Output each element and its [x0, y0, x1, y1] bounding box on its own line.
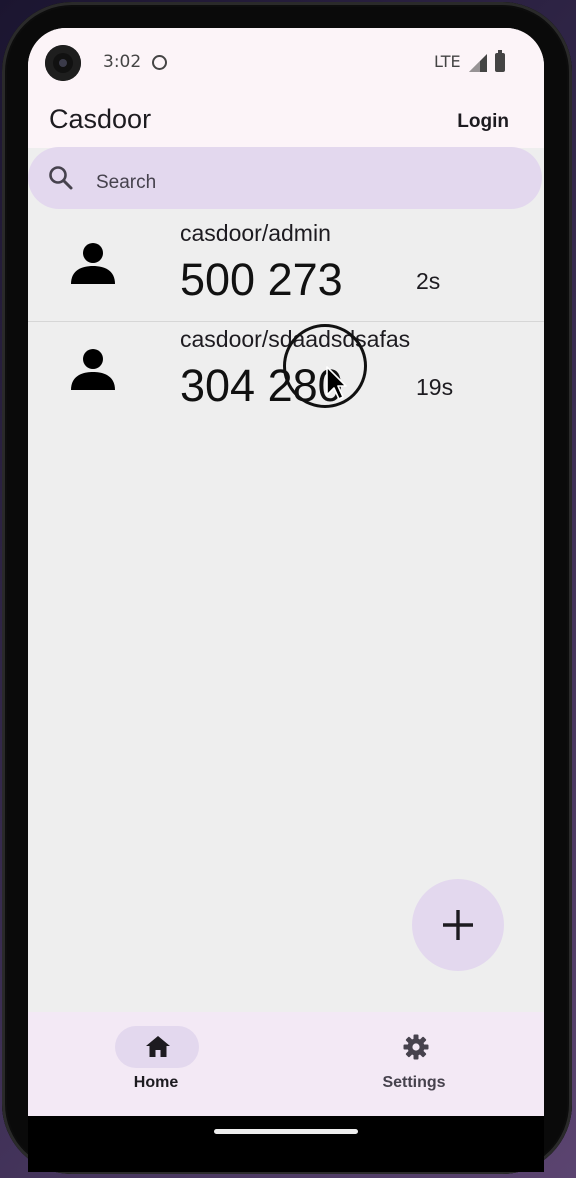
app-screen: 3:02 LTE Casdoor Login Search casdoor/ad… [28, 28, 544, 1116]
gear-icon [403, 1034, 429, 1060]
status-time: 3:02 [103, 52, 142, 72]
code-remaining-time: 2s [416, 268, 441, 294]
search-icon [49, 166, 73, 190]
mouse-cursor-icon [326, 366, 347, 400]
gesture-handle[interactable] [214, 1129, 358, 1134]
home-icon [146, 1036, 170, 1057]
totp-code: 500 273 [180, 254, 343, 305]
search-bar[interactable]: Search [28, 147, 542, 209]
add-account-button[interactable] [412, 879, 504, 971]
search-input[interactable]: Search [96, 172, 156, 194]
status-bar: 3:02 LTE [28, 28, 544, 96]
app-title: Casdoor [49, 104, 152, 134]
nav-item-home[interactable]: Home [96, 1026, 216, 1106]
nav-label-settings: Settings [382, 1074, 446, 1091]
account-row[interactable]: casdoor/admin 500 273 2s [28, 216, 544, 322]
notification-icon [152, 55, 167, 70]
account-name: casdoor/admin [180, 220, 331, 246]
camera-cutout [45, 45, 81, 81]
code-remaining-time: 19s [416, 374, 454, 400]
nav-label-home: Home [133, 1074, 179, 1091]
app-bar: Casdoor Login [28, 96, 544, 148]
gesture-navigation-area [28, 1116, 544, 1172]
signal-icon [469, 54, 487, 72]
person-icon [71, 349, 115, 390]
account-list: casdoor/admin 500 273 2s casdoor/sdaadsd… [28, 216, 544, 427]
person-icon [71, 243, 115, 284]
network-type: LTE [434, 52, 461, 71]
nav-item-settings[interactable]: Settings [354, 1026, 474, 1106]
battery-icon [495, 50, 505, 72]
login-button[interactable]: Login [457, 111, 509, 133]
bottom-navigation: Home Settings [28, 1012, 544, 1116]
plus-icon [443, 910, 473, 940]
